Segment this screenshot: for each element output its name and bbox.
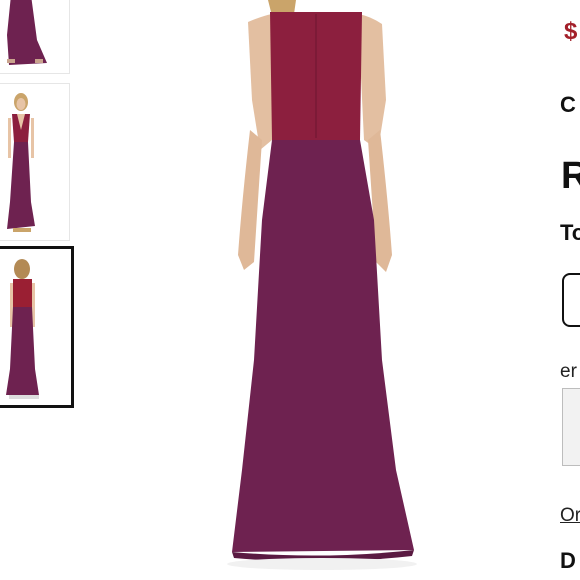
info-link[interactable]: Or bbox=[560, 505, 580, 527]
product-title: R bbox=[561, 155, 580, 197]
size-select[interactable] bbox=[562, 273, 580, 327]
product-price: $ bbox=[564, 18, 578, 45]
dress-back-large-image bbox=[82, 0, 548, 580]
dress-front-thumbnail-image bbox=[0, 0, 69, 73]
details-heading[interactable]: D bbox=[560, 548, 576, 574]
thumbnail-1[interactable] bbox=[0, 0, 70, 74]
thumbnail-3-selected[interactable] bbox=[0, 246, 74, 408]
thumbnail-2[interactable] bbox=[0, 83, 70, 241]
size-label: To bbox=[560, 220, 580, 245]
brand-name[interactable]: C bbox=[560, 92, 576, 118]
product-info-panel: $ C R To er Or D bbox=[556, 0, 580, 580]
dress-front-full-thumbnail-image bbox=[0, 84, 69, 240]
email-input[interactable] bbox=[562, 388, 580, 466]
dress-back-thumbnail-image bbox=[0, 249, 71, 405]
email-label: er bbox=[560, 361, 577, 382]
main-product-image bbox=[82, 0, 548, 580]
